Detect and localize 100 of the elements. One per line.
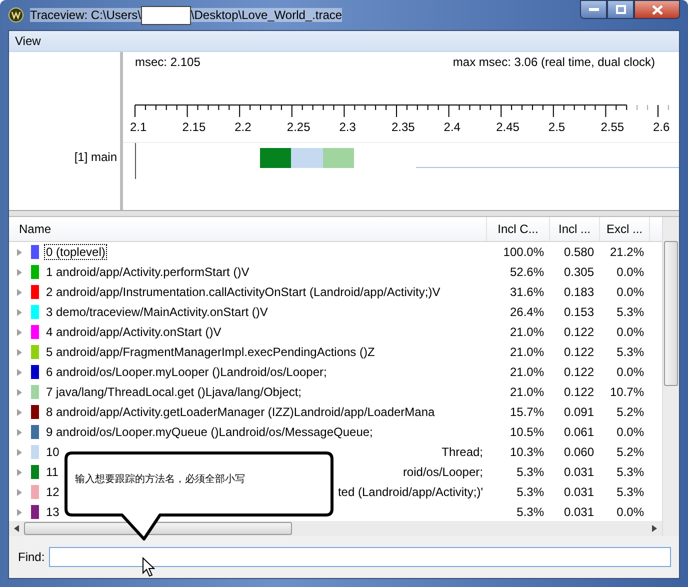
table-cell-text: 5.3% [516,485,545,499]
table-cell-text: 21.0% [508,325,545,339]
minimize-button[interactable] [580,0,607,19]
tick-label: 2.4 [444,120,460,134]
expand-arrow-icon[interactable] [17,508,22,516]
thread-label: [1] main [74,150,117,164]
method-name[interactable]: 8 android/app/Activity.getLoaderManager (IZZ)Landroid/app/LoaderMana [44,404,437,420]
table-cell-text: 100.0% [502,245,545,259]
scroll-left-icon[interactable] [14,525,19,532]
method-name: Thread; [442,445,484,459]
close-icon [652,4,662,14]
method-name[interactable]: 11 [44,464,60,480]
table-cell-text: 0.305 [562,265,595,279]
redaction-box [140,6,191,24]
table-cell-text: 0.031 [562,505,595,519]
window-title: Traceview: C:\Users\ [30,8,141,22]
tick-label: 2.1 [130,120,147,134]
tick-label: 2.35 [392,120,415,134]
method-name[interactable]: 10 [44,444,62,460]
vertical-scrollbar[interactable] [662,217,679,536]
expand-arrow-icon[interactable] [17,268,22,276]
scroll-right-icon[interactable] [652,525,657,532]
table-cell-text: 5.3% [616,305,645,319]
table-cell-text: 31.6% [508,285,545,299]
method-name[interactable]: 1 android/app/Activity.performStart ()V [44,264,252,280]
menu-item[interactable]: View [9,34,47,48]
table-cell-text: 0.122 [562,365,595,379]
table-cell-text: 21.0% [508,385,545,399]
method-name[interactable]: 7 java/lang/ThreadLocal.get ()Ljava/lang/Object; [44,384,304,400]
table-cell-text: 0.580 [562,245,595,259]
method-name[interactable]: 9 android/os/Looper.myQueue ()Landroid/os/MessageQueue; [44,424,375,440]
column-header[interactable]: Name [9,217,487,241]
max-msec-label: max msec: 3.06 (real time, dual clock) [452,55,655,71]
table-cell-text: 0.0% [616,325,645,339]
expand-arrow-icon[interactable] [17,388,22,396]
table-cell-text: 15.7% [508,405,545,419]
tick-label: 2.5 [548,120,566,134]
table-cell-text: 0.183 [562,285,595,299]
expand-arrow-icon[interactable] [17,408,22,416]
expand-arrow-icon[interactable] [17,428,22,436]
method-name[interactable]: 0 (toplevel) [44,244,108,260]
expand-arrow-icon[interactable] [17,468,22,476]
table-cell-text: 0.122 [562,385,595,399]
expand-arrow-icon[interactable] [17,348,22,356]
method-name[interactable]: 5 android/app/FragmentManagerImpl.execPendingActions ()Z [44,344,377,360]
column-header[interactable]: Incl ... [550,217,600,241]
maximize-button[interactable] [607,0,634,19]
expand-arrow-icon[interactable] [17,488,22,496]
table-cell-text: 5.3% [616,465,645,479]
table-cell-text: 5.3% [616,345,645,359]
table-cell-text: 26.4% [508,305,545,319]
table-cell-text: 0.0% [616,285,645,299]
method-name[interactable]: 13 [44,504,62,520]
table-cell-text: 0.031 [562,485,595,499]
table-cell-text: 10.5% [508,425,545,439]
tick-label: 2.45 [496,120,520,134]
column-header[interactable]: Incl C... [487,217,550,241]
table-cell-text: 0.122 [562,325,595,339]
expand-arrow-icon[interactable] [17,308,22,316]
expand-arrow-icon[interactable] [17,288,22,296]
table-cell-text: 21.0% [508,365,545,379]
table-cell-text: 0.153 [562,305,595,319]
splitter-bar[interactable] [9,210,679,217]
table-cell-text: 10.3% [508,445,545,459]
method-name[interactable]: 3 demo/traceview/MainActivity.onStart ()V [44,304,270,320]
table-cell-text: 10.7% [608,385,645,399]
method-name[interactable]: 4 android/app/Activity.onStart ()V [44,324,224,340]
tooltip-text: 输入想要跟踪的方法名，必须全部小写 [75,472,245,486]
table-cell-text: 0.061 [562,425,595,439]
table-cell-text: 0.031 [562,465,595,479]
table-cell-text: 0.0% [616,425,645,439]
scrollbar-thumb[interactable] [24,522,292,535]
tick-label: 2.25 [286,120,310,134]
table-cell-text: 0.0% [616,265,645,279]
find-label: Find: [18,550,45,564]
table-cell-text: 0.0% [616,365,645,379]
tick-label: 2.3 [339,120,356,134]
find-field[interactable] [48,547,671,567]
tick-label: 2.6 [653,120,670,134]
table-cell-text: 5.3% [616,485,645,499]
tick-label: 2.2 [234,120,252,134]
table-cell-text: 0.0% [616,505,645,519]
column-header[interactable]: Excl ... [600,217,650,241]
table-cell-text: 21.2% [608,245,645,259]
expand-arrow-icon[interactable] [17,248,22,256]
method-name[interactable]: 6 android/os/Looper.myLooper ()Landroid/os/Looper; [44,364,329,380]
minimize-icon [588,8,598,12]
horizontal-scrollbar[interactable] [9,521,662,536]
method-name[interactable]: 12 [44,484,62,500]
expand-arrow-icon[interactable] [17,448,22,456]
tick-label: 2.55 [600,120,624,134]
table-cell-text: 5.2% [616,405,645,419]
method-name[interactable]: 2 android/app/Instrumentation.callActivityOnStart (Landroid/app/Activity;)V [44,284,442,300]
expand-arrow-icon[interactable] [17,328,22,336]
method-name: ted (Landroid/app/Activity;)' [338,485,484,499]
table-cell-text: 0.060 [562,445,595,459]
scrollbar-thumb[interactable] [664,241,678,386]
table-cell-text: 0.091 [562,405,595,419]
expand-arrow-icon[interactable] [17,368,22,376]
close-button[interactable] [634,0,680,19]
